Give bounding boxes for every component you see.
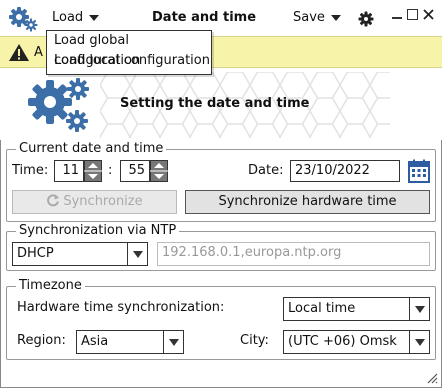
synchronize-label: Synchronize	[63, 194, 143, 209]
region-select[interactable]: Asia	[76, 330, 184, 354]
city-value: (UTC +06) Omsk	[288, 334, 397, 349]
date-label: Date:	[248, 163, 284, 178]
hours-spinner[interactable]	[84, 160, 102, 182]
menu-item-load-global[interactable]: Load global configuration	[47, 31, 211, 68]
load-menu-button[interactable]: Load	[52, 9, 100, 27]
chevron-down-icon	[415, 306, 425, 313]
dropdown-button[interactable]	[409, 331, 429, 353]
current-datetime-legend: Current date and time	[16, 142, 167, 156]
load-label: Load	[52, 10, 84, 25]
gears-icon	[28, 78, 89, 132]
resize-grip-icon[interactable]	[426, 372, 438, 384]
save-menu-button[interactable]: Save	[293, 9, 341, 27]
timezone-legend: Timezone	[16, 279, 85, 293]
menu-item-load-local[interactable]: Load local configuration	[47, 51, 211, 71]
chevron-down-icon	[89, 14, 100, 21]
chevron-down-icon	[330, 14, 341, 21]
ntp-mode-select[interactable]: DHCP	[12, 242, 148, 266]
ntp-mode-value: DHCP	[17, 246, 54, 261]
hw-sync-value: Local time	[288, 301, 356, 316]
time-label: Time:	[12, 163, 49, 178]
hero-heading: Setting the date and time	[120, 96, 310, 111]
region-value: Asia	[81, 334, 109, 349]
sync-hardware-time-button[interactable]: Synchronize hardware time	[185, 190, 430, 214]
ntp-legend: Synchronization via NTP	[16, 224, 180, 238]
window-title: Date and time	[152, 10, 257, 25]
settings-gears-icon[interactable]	[8, 6, 38, 32]
hw-sync-select[interactable]: Local time	[283, 297, 430, 321]
load-dropdown-menu: Load global configuration Load local con…	[46, 30, 212, 75]
dropdown-button[interactable]	[409, 298, 429, 320]
ntp-servers-field[interactable]: 192.168.0.1,europa.ntp.org	[157, 242, 430, 266]
dropdown-button[interactable]	[127, 243, 147, 265]
save-label: Save	[293, 10, 325, 25]
calendar-icon[interactable]	[408, 159, 430, 183]
gear-icon[interactable]	[358, 11, 374, 27]
time-separator: :	[108, 163, 113, 178]
city-select[interactable]: (UTC +06) Omsk	[283, 330, 430, 354]
warning-icon	[9, 44, 29, 61]
region-label: Region:	[17, 333, 66, 348]
close-icon[interactable]	[423, 9, 434, 20]
chevron-down-icon	[415, 339, 425, 346]
date-field[interactable]: 23/10/2022	[290, 160, 400, 182]
hours-field[interactable]: 11	[54, 160, 84, 182]
chevron-down-icon	[169, 339, 179, 346]
minimize-button[interactable]	[392, 17, 402, 19]
maximize-button[interactable]	[407, 9, 418, 20]
minutes-spinner[interactable]	[150, 160, 168, 182]
city-label: City:	[240, 333, 269, 348]
refresh-icon	[47, 194, 60, 207]
dropdown-button[interactable]	[163, 331, 183, 353]
banner-text: A	[34, 45, 43, 60]
minutes-field[interactable]: 55	[120, 160, 150, 182]
chevron-down-icon	[133, 251, 143, 258]
synchronize-button[interactable]: Synchronize	[12, 190, 177, 214]
hw-sync-label: Hardware time synchronization:	[17, 300, 225, 315]
